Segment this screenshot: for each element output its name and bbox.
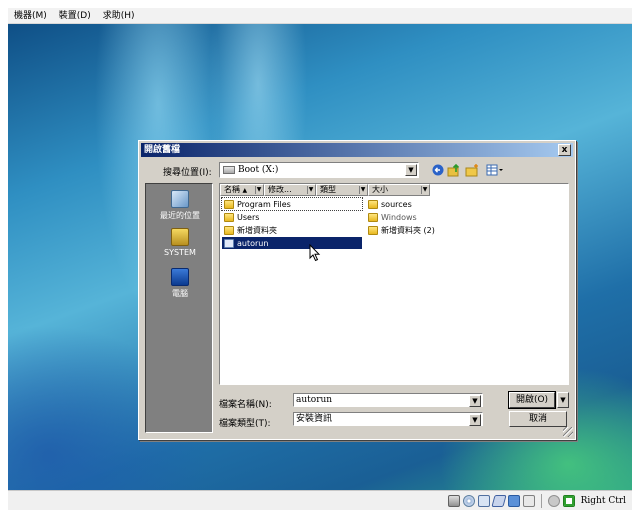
view-menu-button[interactable] xyxy=(485,163,505,177)
look-in-value: Boot (X:) xyxy=(238,165,279,175)
list-item[interactable]: 新增資料夾 (2) xyxy=(366,224,486,236)
dialog-title: 開啟舊檔 xyxy=(144,145,181,155)
column-size[interactable]: 大小 ▼ xyxy=(368,184,430,196)
back-button[interactable] xyxy=(431,163,445,177)
drive-icon xyxy=(223,166,235,174)
record-icon[interactable] xyxy=(547,494,560,507)
file-list[interactable]: 名稱 ▲ ▼ 修改... ▼ 類型 ▼ 大小 ▼ Program Files Users… xyxy=(219,183,569,385)
vm-status-bar: Right Ctrl xyxy=(8,490,632,510)
menu-help[interactable]: 求助(H) xyxy=(97,8,141,24)
list-item[interactable]: Users xyxy=(222,211,362,223)
folder-icon xyxy=(368,225,378,235)
mouse-cursor-icon xyxy=(309,244,321,262)
menu-devices[interactable]: 裝置(D) xyxy=(53,8,97,24)
user-folder-icon xyxy=(171,228,189,246)
file-type-label: 檔案類型(T): xyxy=(219,419,271,429)
file-type-select[interactable]: 安裝資訊 ▼ xyxy=(293,412,483,426)
recent-places-icon xyxy=(171,190,189,208)
column-name[interactable]: 名稱 ▲ ▼ xyxy=(220,184,264,196)
open-button[interactable]: 開啟(O) xyxy=(508,391,556,409)
cd-icon[interactable] xyxy=(462,494,475,507)
mouse-capture-icon[interactable] xyxy=(562,494,575,507)
list-item[interactable]: 新增資料夾 xyxy=(222,224,362,236)
menu-machine[interactable]: 機器(M) xyxy=(8,8,53,24)
open-file-dialog: 開啟舊檔 x 搜尋位置(I): Boot (X:) ▼ 最近的位置 SYSTEM… xyxy=(138,140,576,440)
place-computer[interactable]: 電腦 xyxy=(146,268,214,299)
view-menu-icon xyxy=(486,164,503,176)
place-system[interactable]: SYSTEM xyxy=(146,228,214,257)
places-bar: 最近的位置 SYSTEM 電腦 xyxy=(145,183,213,433)
column-header: 名稱 ▲ ▼ 修改... ▼ 類型 ▼ 大小 ▼ xyxy=(220,184,568,196)
status-separator xyxy=(540,493,542,508)
chevron-down-icon[interactable]: ▼ xyxy=(469,395,481,407)
open-split-arrow[interactable]: ▼ xyxy=(557,392,569,408)
resize-grip[interactable] xyxy=(563,427,573,437)
up-folder-button[interactable] xyxy=(447,163,461,177)
network-icon[interactable] xyxy=(477,494,490,507)
file-name-field[interactable]: autorun ▼ xyxy=(293,393,483,407)
dialog-title-bar: 開啟舊檔 x xyxy=(141,143,573,157)
shared-folder-icon[interactable] xyxy=(507,494,520,507)
cancel-button[interactable]: 取消 xyxy=(509,411,567,427)
usb-icon[interactable] xyxy=(491,494,507,507)
new-folder-icon xyxy=(465,164,478,177)
hdd-icon[interactable] xyxy=(447,494,460,507)
folder-icon xyxy=(224,199,234,209)
folder-icon xyxy=(224,212,234,222)
column-modified[interactable]: 修改... ▼ xyxy=(264,184,316,196)
list-item[interactable]: Windows xyxy=(366,211,486,223)
vm-menu-bar: 機器(M) 裝置(D) 求助(H) xyxy=(8,8,632,24)
chevron-down-icon[interactable]: ▼ xyxy=(405,164,417,176)
setup-info-icon xyxy=(224,238,234,248)
chevron-down-icon[interactable]: ▼ xyxy=(469,414,481,426)
close-button[interactable]: x xyxy=(558,144,571,156)
folder-icon xyxy=(368,199,378,209)
computer-icon xyxy=(171,268,189,286)
file-name-label: 檔案名稱(N): xyxy=(219,400,272,410)
host-key-label: Right Ctrl xyxy=(580,495,626,506)
display-icon[interactable] xyxy=(522,494,535,507)
column-type[interactable]: 類型 ▼ xyxy=(316,184,368,196)
up-folder-icon xyxy=(447,163,460,177)
back-icon xyxy=(432,164,444,176)
new-folder-button[interactable] xyxy=(465,163,479,177)
folder-icon xyxy=(368,212,378,222)
look-in-label: 搜尋位置(I): xyxy=(163,168,212,178)
list-item[interactable]: autorun xyxy=(222,237,362,249)
list-item[interactable]: sources xyxy=(366,198,486,210)
list-item[interactable]: Program Files xyxy=(221,197,363,211)
folder-icon xyxy=(224,225,234,235)
look-in-combo[interactable]: Boot (X:) ▼ xyxy=(219,162,419,178)
place-recent[interactable]: 最近的位置 xyxy=(146,190,214,221)
